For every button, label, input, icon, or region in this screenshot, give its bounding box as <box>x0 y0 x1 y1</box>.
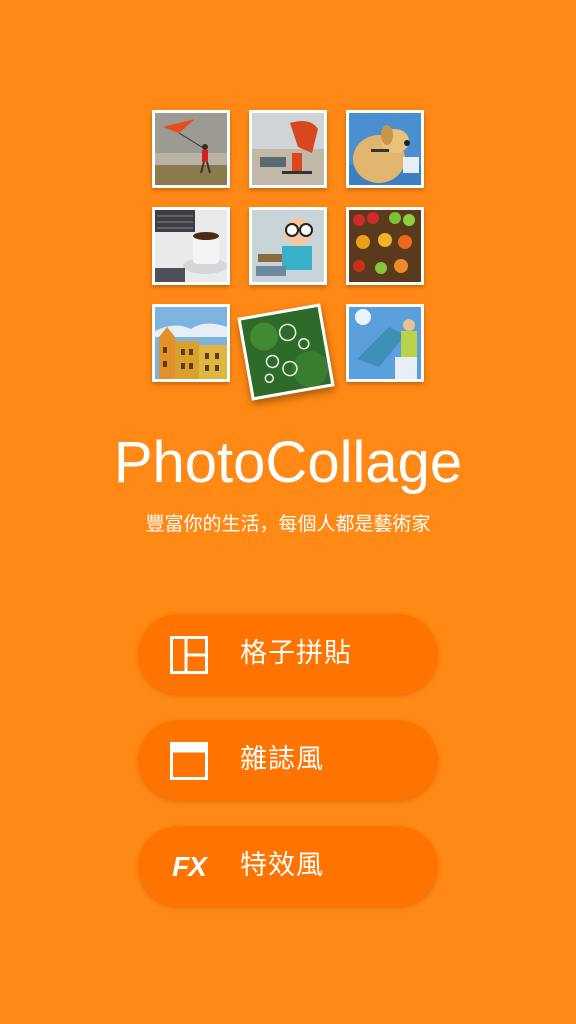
thumbnail-dog <box>346 110 424 188</box>
home-screen: PhotoCollage 豐富你的生活，每個人都是藝術家 格子拼貼 雜誌風 FX… <box>0 0 576 1024</box>
thumbnail-goggles-kid <box>249 207 327 285</box>
thumbnail-skateboard <box>249 110 327 188</box>
effects-style-button[interactable]: FX 特效風 <box>138 826 438 906</box>
grid-layout-icon <box>170 636 208 674</box>
magazine-style-button[interactable]: 雜誌風 <box>138 720 438 800</box>
magazine-layout-icon <box>170 742 208 780</box>
photo-collage-logo <box>152 110 424 402</box>
thumbnail-fruit <box>346 207 424 285</box>
app-title: PhotoCollage <box>113 430 463 495</box>
app-tagline: 豐富你的生活，每個人都是藝術家 <box>145 513 431 535</box>
grid-collage-label: 格子拼貼 <box>240 638 352 669</box>
thumbnail-kite <box>152 110 230 188</box>
effects-style-label: 特效風 <box>240 850 324 881</box>
fx-icon: FX <box>172 851 207 882</box>
thumbnail-sky-woman <box>346 304 424 382</box>
thumbnail-bubbles <box>237 303 335 401</box>
grid-collage-button[interactable]: 格子拼貼 <box>138 614 438 694</box>
thumbnail-coffee <box>152 207 230 285</box>
magazine-style-label: 雜誌風 <box>240 744 324 775</box>
thumbnail-buildings <box>152 304 230 382</box>
